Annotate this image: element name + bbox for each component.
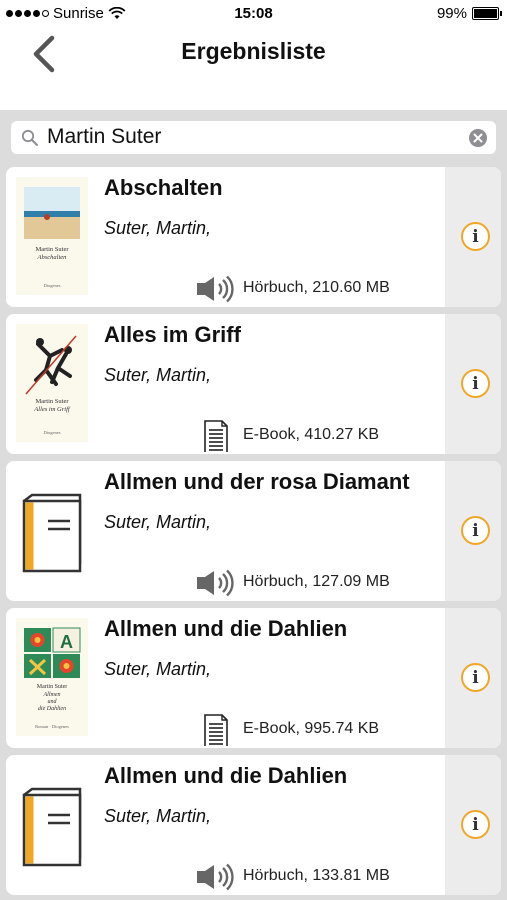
result-format-size: Hörbuch, 133.81 MB [243,867,390,884]
svg-text:die Dahlien: die Dahlien [38,706,66,712]
svg-text:Martin Suter: Martin Suter [37,684,68,690]
search-query: Martin Suter [47,125,162,148]
clock: 15:08 [234,5,273,22]
result-item[interactable]: A Martin Suter Allmen und die Dahlien Ro… [6,608,501,748]
battery-icon [472,7,502,20]
navigation-bar: Ergebnisliste [0,28,507,110]
result-item[interactable]: Martin Suter Alles im Griff Diogenes All… [6,314,501,454]
result-title: Alles im Griff [104,322,241,347]
document-icon [204,714,228,746]
book-cover-alles-im-griff: Martin Suter Alles im Griff Diogenes [16,324,88,442]
search-bar: Martin Suter [0,110,507,165]
speaker-icon [197,275,234,303]
svg-text:Alles im Griff: Alles im Griff [33,406,71,413]
svg-text:Abschalten: Abschalten [37,254,67,261]
info-button[interactable]: i [461,516,490,545]
search-input[interactable]: Martin Suter [11,121,496,154]
info-button[interactable]: i [461,222,490,251]
book-cover-allmen-dahlien: A Martin Suter Allmen und die Dahlien Ro… [16,618,88,736]
speaker-icon [197,569,234,597]
svg-text:Diogenes: Diogenes [44,283,61,288]
generic-book-icon [16,471,88,589]
battery-group: 99% [436,5,502,22]
info-button[interactable]: i [461,663,490,692]
result-title: Allmen und der rosa Diamant [104,469,410,494]
result-title: Allmen und die Dahlien [104,616,348,641]
clear-search-icon[interactable] [469,129,487,147]
result-item[interactable]: Allmen und die Dahlien Suter, Martin, Hö… [6,755,501,895]
result-title: Abschalten [104,175,223,200]
battery-percent: 99% [436,5,467,22]
svg-text:Roman · Diogenes: Roman · Diogenes [35,724,69,729]
result-author: Suter, Martin, [104,512,212,532]
result-format-size: Hörbuch, 127.09 MB [243,573,390,590]
result-item[interactable]: Martin Suter Abschalten Diogenes Abschal… [6,167,501,307]
book-cover-abschalten: Martin Suter Abschalten Diogenes [16,177,88,295]
svg-text:A: A [60,632,73,652]
result-format-size: Hörbuch, 210.60 MB [243,279,390,296]
search-icon [21,129,38,146]
svg-text:und: und [48,699,58,705]
info-button[interactable]: i [461,810,490,839]
svg-text:Allmen: Allmen [43,692,61,698]
result-format-size: E-Book, 410.27 KB [243,426,380,443]
document-icon [204,420,228,452]
svg-text:Martin Suter: Martin Suter [35,398,69,405]
result-author: Suter, Martin, [104,365,212,385]
result-format-size: E-Book, 995.74 KB [243,720,380,737]
generic-book-icon [16,765,88,883]
result-author: Suter, Martin, [104,806,212,826]
svg-text:Diogenes: Diogenes [44,430,61,435]
result-author: Suter, Martin, [104,659,212,679]
result-item[interactable]: Allmen und der rosa Diamant Suter, Marti… [6,461,501,601]
result-author: Suter, Martin, [104,218,212,238]
status-bar: Sunrise 15:08 99% [0,0,507,28]
result-title: Allmen und die Dahlien [104,763,348,788]
speaker-icon [197,863,234,891]
page-title: Ergebnisliste [181,38,326,64]
info-button[interactable]: i [461,369,490,398]
svg-text:Martin Suter: Martin Suter [35,246,69,253]
